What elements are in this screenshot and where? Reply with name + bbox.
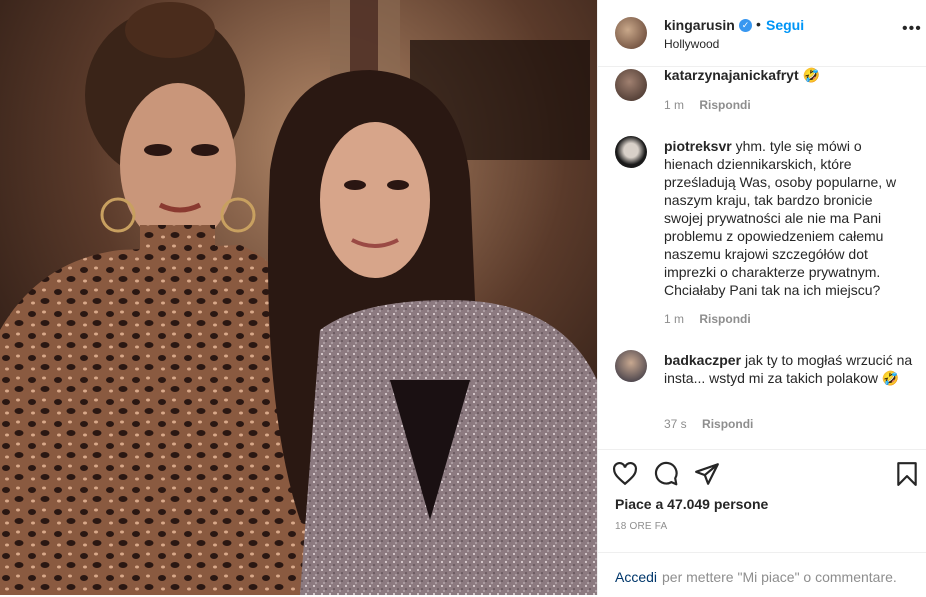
post-username[interactable]: kingarusin bbox=[664, 17, 735, 33]
comment-age: 1 m bbox=[664, 312, 685, 326]
comment-meta: 1 m Rispondi bbox=[664, 98, 763, 112]
comment-icon[interactable] bbox=[653, 461, 679, 487]
post-header: kingarusin ✓ • Segui Hollywood ••• bbox=[598, 0, 926, 67]
likes-count[interactable]: Piace a 47.049 persone bbox=[615, 496, 768, 512]
share-icon[interactable] bbox=[694, 461, 720, 487]
post-photo-illustration bbox=[0, 0, 597, 595]
comment-age: 1 m bbox=[664, 98, 685, 112]
comment-text: katarzynajanickafryt 🤣 bbox=[664, 67, 910, 84]
post-photo[interactable] bbox=[0, 0, 597, 595]
post-location[interactable]: Hollywood bbox=[664, 37, 719, 51]
comment-text: badkaczper jak ty to mogłaś wrzucić na i… bbox=[664, 351, 914, 387]
comment-meta: 1 m Rispondi bbox=[664, 312, 763, 326]
comment-body: yhm. tyle się mówi o hienach dziennikars… bbox=[664, 138, 897, 298]
post-actions: Piace a 47.049 persone 18 ORE FA Accedi … bbox=[598, 449, 926, 596]
post-timestamp[interactable]: 18 ORE FA bbox=[615, 521, 667, 532]
avatar[interactable] bbox=[615, 350, 647, 382]
more-options-icon[interactable]: ••• bbox=[902, 21, 922, 37]
comments-list[interactable]: katarzynajanickafryt 🤣 1 m Rispondi piot… bbox=[598, 67, 926, 449]
comment-body: 🤣 bbox=[802, 67, 820, 83]
post-panel: kingarusin ✓ • Segui Hollywood ••• katar… bbox=[597, 0, 926, 595]
avatar[interactable] bbox=[615, 69, 647, 101]
comment-text: piotreksvr yhm. tyle się mówi o hienach … bbox=[664, 137, 904, 299]
bookmark-icon[interactable] bbox=[894, 461, 920, 487]
comment-username[interactable]: piotreksvr bbox=[664, 138, 732, 154]
follow-button[interactable]: Segui bbox=[766, 17, 804, 33]
reply-button[interactable]: Rispondi bbox=[699, 312, 750, 326]
comment-age: 37 s bbox=[664, 417, 687, 431]
comment-meta: 37 s Rispondi bbox=[664, 417, 765, 431]
reply-button[interactable]: Rispondi bbox=[702, 417, 753, 431]
heart-icon[interactable] bbox=[612, 461, 638, 487]
avatar[interactable] bbox=[615, 17, 647, 49]
login-link[interactable]: Accedi bbox=[615, 569, 657, 585]
avatar[interactable] bbox=[615, 136, 647, 168]
verified-badge-icon: ✓ bbox=[739, 19, 752, 32]
login-prompt: Accedi per mettere "Mi piace" o commenta… bbox=[598, 552, 926, 597]
comment-username[interactable]: badkaczper bbox=[664, 352, 741, 368]
comment-username[interactable]: katarzynajanickafryt bbox=[664, 67, 799, 83]
separator-dot: • bbox=[756, 16, 761, 32]
login-prompt-text: per mettere "Mi piace" o commentare. bbox=[662, 569, 897, 585]
reply-button[interactable]: Rispondi bbox=[699, 98, 750, 112]
